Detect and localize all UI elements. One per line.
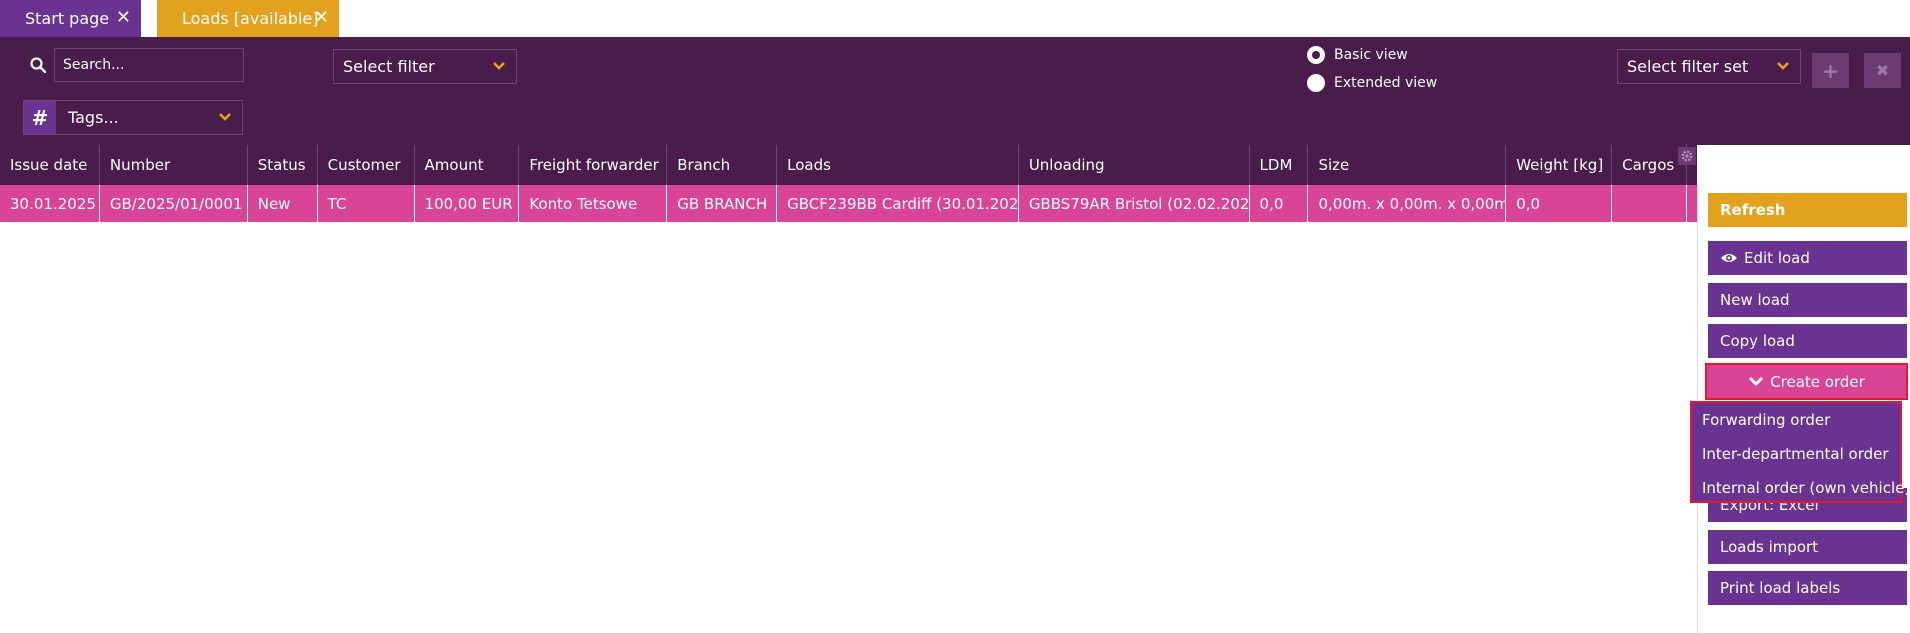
cell-branch: GB BRANCH xyxy=(667,185,778,222)
tab-start-page[interactable]: Start page ✕ xyxy=(0,0,141,37)
tags-select[interactable]: # Tags... xyxy=(23,100,243,135)
column-header[interactable]: Branch xyxy=(667,145,778,185)
print-load-labels-label: Print load labels xyxy=(1720,579,1841,597)
basic-view-label: Basic view xyxy=(1334,47,1408,63)
cell-customer: TC xyxy=(318,185,415,222)
chevron-down-icon xyxy=(219,113,231,121)
column-header[interactable]: Issue date xyxy=(0,145,100,185)
print-load-labels-button[interactable]: Print load labels xyxy=(1708,571,1907,605)
gear-icon-glyph xyxy=(1681,150,1693,162)
edit-load-button[interactable]: Edit load xyxy=(1708,241,1907,275)
radio-checked-icon xyxy=(1307,46,1325,64)
loads-import-label: Loads import xyxy=(1720,538,1819,556)
cell-extra xyxy=(1687,185,1697,222)
tags-select-label: Tags... xyxy=(68,108,119,127)
cell-loads: GBCF239BB Cardiff (30.01.2025) xyxy=(777,185,1019,222)
menu-item-internal-order[interactable]: Internal order (own vehicle) xyxy=(1692,471,1910,505)
refresh-button[interactable]: Refresh xyxy=(1708,193,1907,227)
menu-item-forwarding-order[interactable]: Forwarding order xyxy=(1692,403,1900,437)
close-icon: ✖ xyxy=(1875,61,1890,80)
new-load-label: New load xyxy=(1720,291,1790,309)
column-header[interactable]: Customer xyxy=(318,145,415,185)
cell-freight-forwarder: Konto Tetsowe xyxy=(519,185,668,222)
table-header: Issue date Number Status Customer Amount… xyxy=(0,145,1697,185)
column-header[interactable]: Size xyxy=(1308,145,1507,185)
cell-unloading: GBBS79AR Bristol (02.02.2025) xyxy=(1019,185,1250,222)
radio-unchecked-icon xyxy=(1307,74,1325,92)
more-columns-label[interactable]: ... xyxy=(1703,155,1717,173)
search-icon xyxy=(30,57,46,73)
filter-set-select[interactable]: Select filter set xyxy=(1617,49,1801,84)
close-icon[interactable]: ✕ xyxy=(116,8,131,28)
column-header[interactable]: Unloading xyxy=(1019,145,1250,185)
column-header[interactable]: Number xyxy=(100,145,248,185)
close-icon[interactable]: ✕ xyxy=(314,8,329,28)
filter-select-label: Select filter xyxy=(343,57,435,76)
menu-item-inter-departmental-order[interactable]: Inter-departmental order xyxy=(1692,437,1900,471)
gear-icon[interactable] xyxy=(1678,147,1696,165)
chevron-down-icon xyxy=(1748,376,1764,387)
search-input[interactable] xyxy=(54,48,244,82)
tab-loads-available[interactable]: Loads [available] ✕ xyxy=(157,0,339,37)
tab-bar: Start page ✕ Loads [available] ✕ xyxy=(0,0,1910,37)
create-order-button[interactable]: Create order xyxy=(1705,363,1908,400)
loads-import-button[interactable]: Loads import xyxy=(1708,530,1907,564)
cell-status: New xyxy=(248,185,318,222)
eye-icon xyxy=(1720,252,1738,264)
edit-load-label: Edit load xyxy=(1744,249,1810,267)
plus-icon: + xyxy=(1822,58,1839,83)
create-order-label: Create order xyxy=(1770,372,1865,391)
add-filter-set-button[interactable]: + xyxy=(1812,53,1849,88)
cell-number: GB/2025/01/0001 xyxy=(100,185,248,222)
hashtag-icon: # xyxy=(24,101,56,134)
cell-cargos xyxy=(1612,185,1688,222)
tab-label: Loads [available] xyxy=(182,9,319,28)
chevron-down-icon xyxy=(1777,62,1789,70)
new-load-button[interactable]: New load xyxy=(1708,283,1907,317)
column-header[interactable]: Amount xyxy=(415,145,520,185)
column-header[interactable]: Weight [kg] xyxy=(1506,145,1613,185)
column-header[interactable]: Loads xyxy=(777,145,1019,185)
column-header[interactable]: Status xyxy=(248,145,318,185)
column-header[interactable]: Cargos xyxy=(1612,145,1688,185)
cell-amount: 100,00 EUR xyxy=(415,185,520,222)
cell-ldm: 0,0 xyxy=(1250,185,1309,222)
refresh-label: Refresh xyxy=(1720,201,1786,219)
create-order-menu: Forwarding order Inter-departmental orde… xyxy=(1690,401,1910,505)
tab-label: Start page xyxy=(25,9,110,28)
chevron-down-icon xyxy=(493,62,505,70)
filter-select[interactable]: Select filter xyxy=(333,49,517,84)
cell-weight: 0,0 xyxy=(1506,185,1613,222)
extended-view-label: Extended view xyxy=(1334,75,1438,91)
cell-size: 0,00m. x 0,00m. x 0,00m. xyxy=(1308,185,1507,222)
table-row[interactable]: 30.01.2025 GB/2025/01/0001 New TC 100,00… xyxy=(0,185,1697,222)
toolbar: Select filter # Tags... Basic view Exten… xyxy=(0,37,1910,145)
copy-load-label: Copy load xyxy=(1720,332,1795,350)
copy-load-button[interactable]: Copy load xyxy=(1708,324,1907,358)
column-header[interactable]: Freight forwarder xyxy=(519,145,668,185)
remove-filter-set-button[interactable]: ✖ xyxy=(1864,53,1901,88)
filter-set-label: Select filter set xyxy=(1627,57,1749,76)
extended-view-radio[interactable]: Extended view xyxy=(1307,74,1437,92)
basic-view-radio[interactable]: Basic view xyxy=(1307,46,1408,64)
cell-issue-date: 30.01.2025 xyxy=(0,185,100,222)
column-header[interactable]: LDM xyxy=(1250,145,1309,185)
